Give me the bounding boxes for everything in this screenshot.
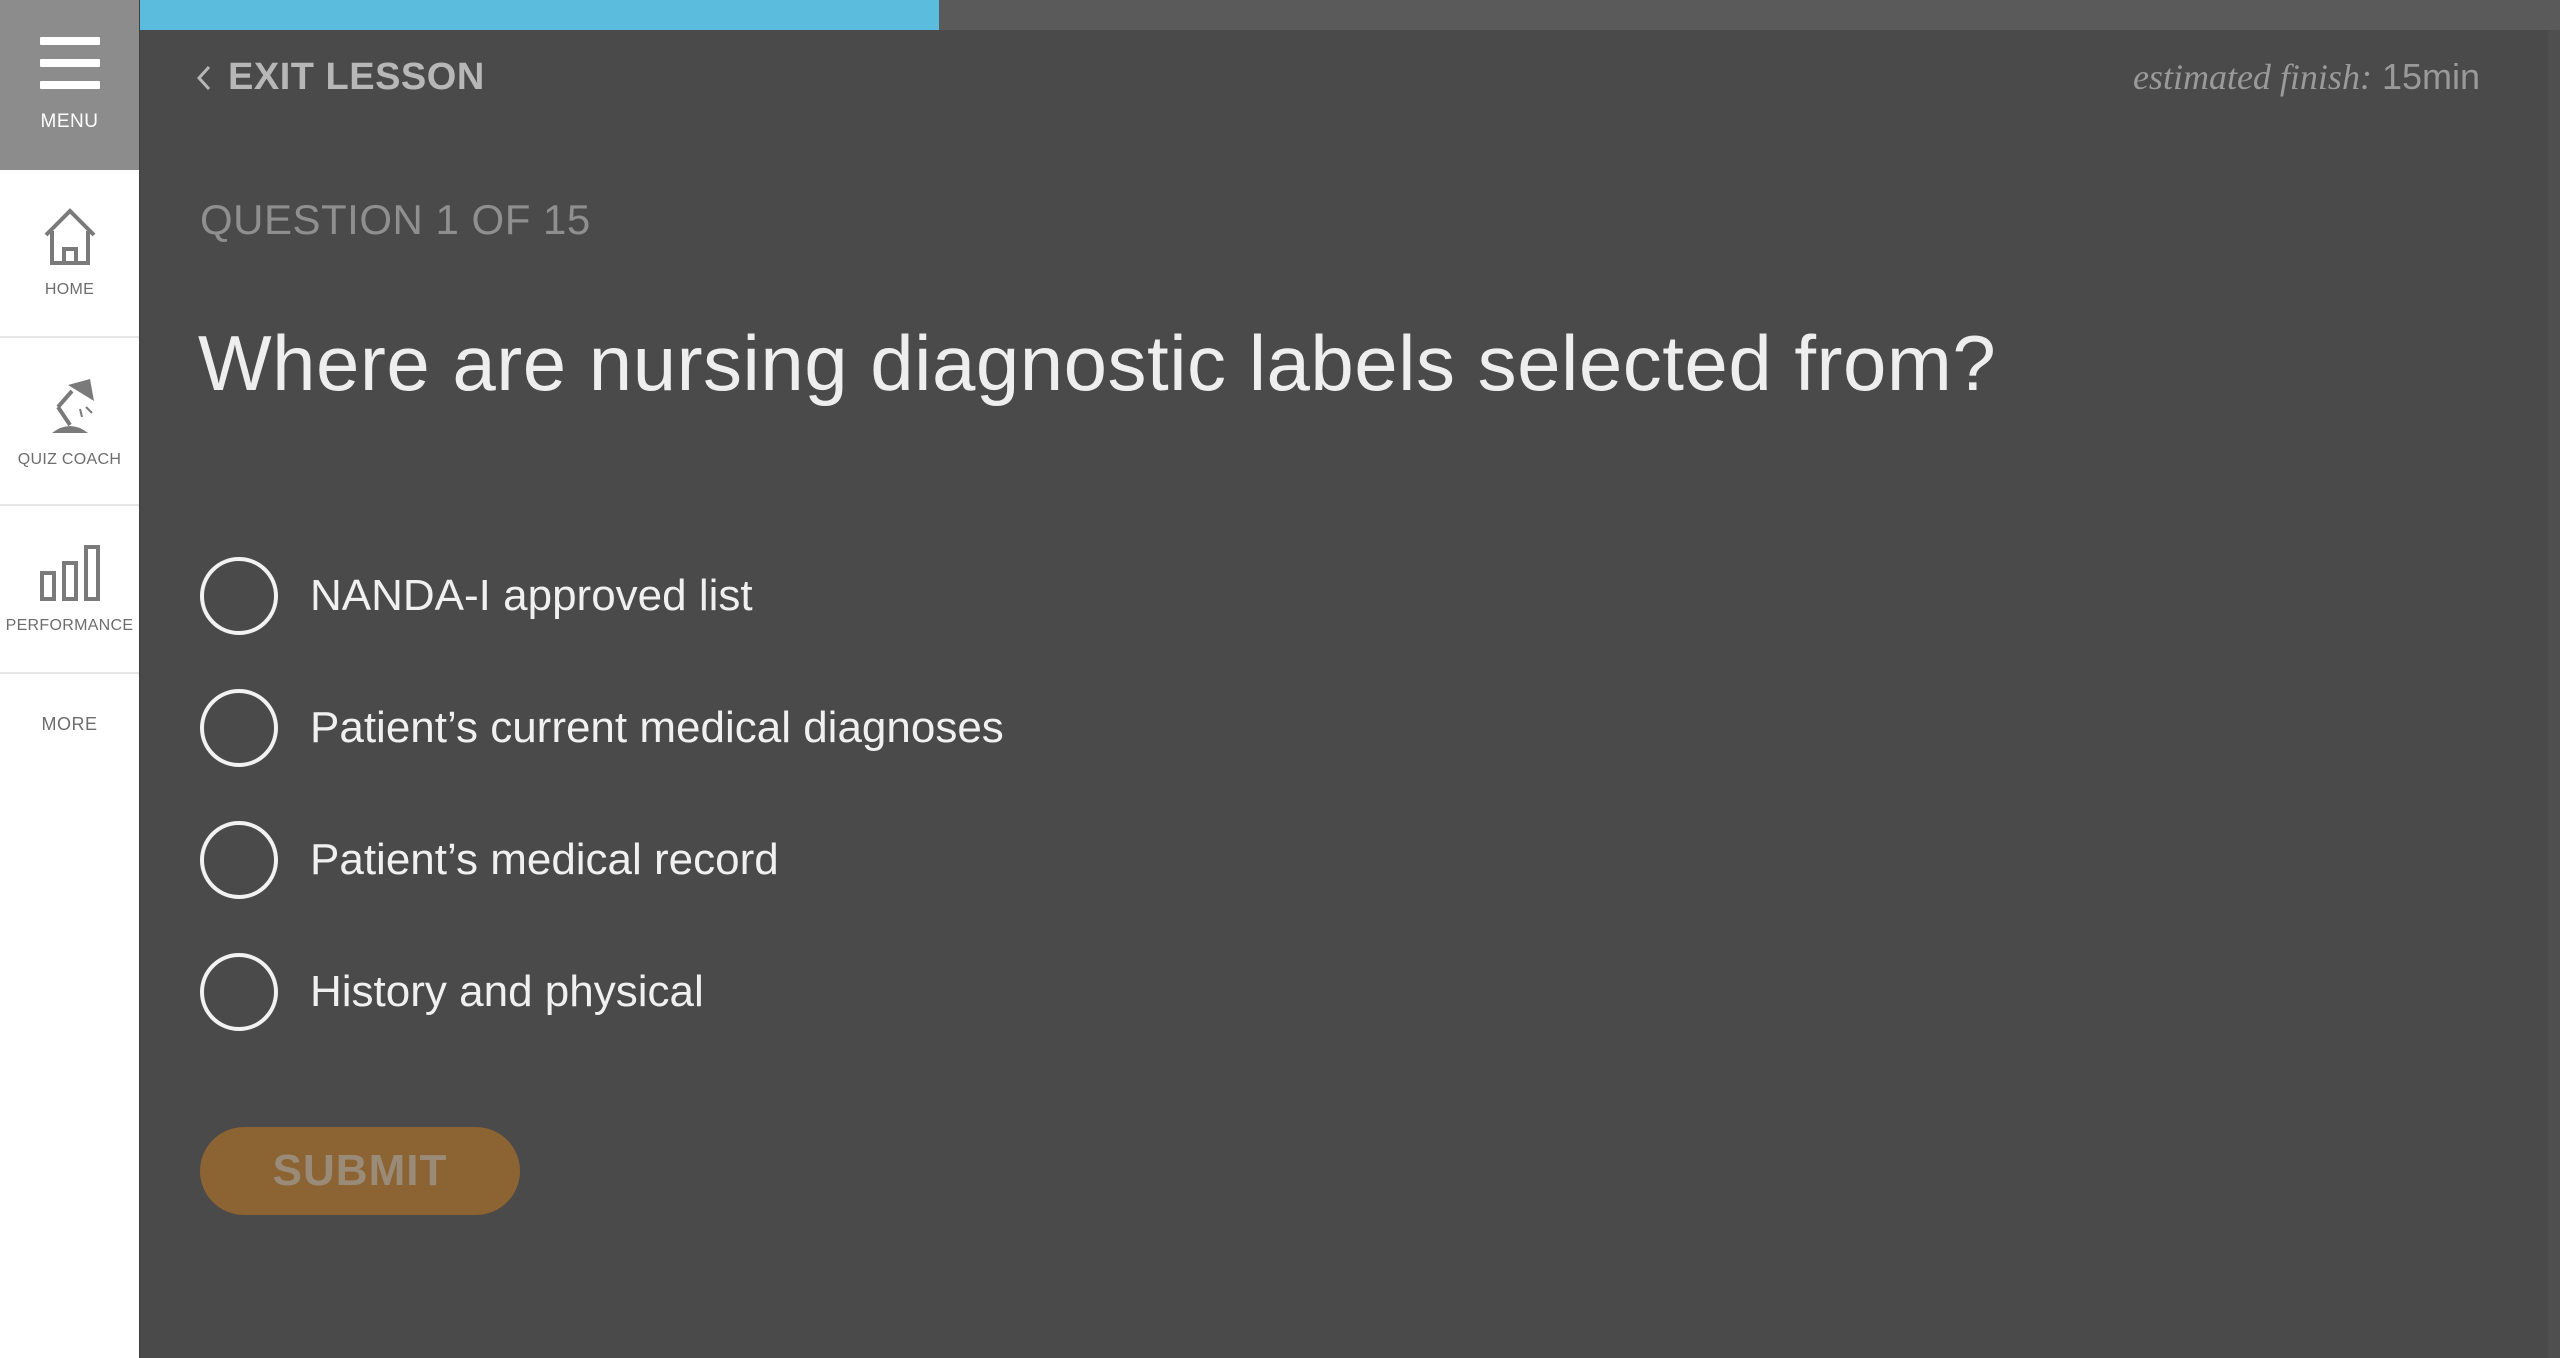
more-button[interactable]: MORE [0,674,139,774]
estimated-finish-value: 15min [2371,56,2480,97]
home-icon [44,208,95,265]
sidebar: MENU HOME QUIZ COACH PERFORMANCE MORE [0,0,140,1358]
scrollbar[interactable] [2548,30,2560,1358]
answer-option[interactable]: History and physical [200,952,1004,1032]
submit-button[interactable]: SUBMIT [200,1127,520,1215]
chevron-left-icon [196,65,211,90]
answer-option[interactable]: Patient’s current medical diagnoses [200,688,1004,768]
sidebar-item-performance[interactable]: PERFORMANCE [0,506,139,674]
answer-option-label: Patient’s medical record [310,835,779,884]
radio-button[interactable] [200,557,278,635]
sidebar-item-label: HOME [44,281,95,298]
sidebar-item-label: QUIZ COACH [17,451,122,468]
answer-option-label: NANDA-I approved list [310,571,753,620]
hamburger-icon [39,37,100,89]
progress-fill [140,0,939,30]
question-text: Where are nursing diagnostic labels sele… [198,319,1997,407]
menu-label: MENU [40,111,99,132]
bar-chart-icon [39,545,100,601]
radio-button[interactable] [200,821,278,899]
lamp-icon [51,379,94,433]
sidebar-item-label: PERFORMANCE [5,617,134,634]
lesson-progress-bar [140,0,2560,30]
answer-option-label: History and physical [310,967,704,1016]
menu-button[interactable]: MENU [0,0,139,170]
radio-button[interactable] [200,953,278,1031]
sidebar-item-quiz-coach[interactable]: QUIZ COACH [0,338,139,506]
question-counter: QUESTION 1 OF 15 [200,196,591,243]
sidebar-item-home[interactable]: HOME [0,170,139,338]
radio-button[interactable] [200,689,278,767]
lesson-app: MENU HOME QUIZ COACH PERFORMANCE MORE EX… [0,0,2560,1358]
answer-options: NANDA-I approved list Patient’s current … [200,556,1004,1084]
estimated-finish-label: estimated finish: [2132,57,2372,97]
answer-option[interactable]: NANDA-I approved list [200,556,1004,636]
exit-lesson-link[interactable]: EXIT LESSON [196,56,485,99]
answer-option[interactable]: Patient’s medical record [200,820,1004,900]
estimated-finish: estimated finish: 15min [2133,56,2480,98]
exit-lesson-label: EXIT LESSON [228,56,485,98]
answer-option-label: Patient’s current medical diagnoses [310,703,1004,752]
